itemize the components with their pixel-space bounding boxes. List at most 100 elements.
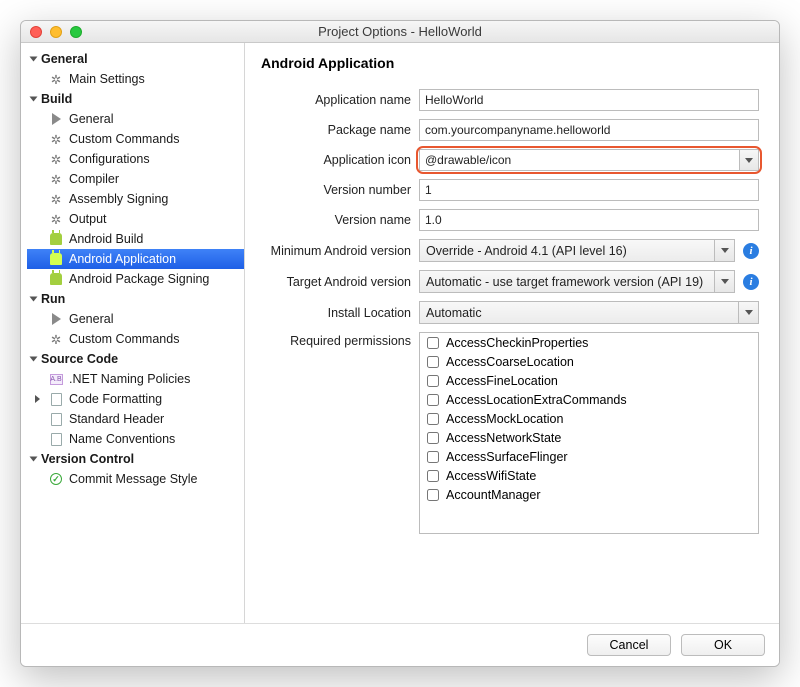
sidebar-item-configurations[interactable]: ✲Configurations	[27, 149, 244, 169]
sidebar-item-run-general[interactable]: General	[27, 309, 244, 329]
dropdown-button[interactable]	[714, 271, 734, 292]
titlebar[interactable]: Project Options - HelloWorld	[21, 21, 779, 43]
version-name-input[interactable]	[419, 209, 759, 231]
check-circle-icon: ✓	[49, 472, 63, 486]
sidebar-item-android-application[interactable]: Android Application	[27, 249, 244, 269]
label-minimum-version: Minimum Android version	[261, 244, 411, 258]
dropdown-button[interactable]	[738, 302, 758, 323]
android-icon	[49, 252, 63, 266]
caret-down-icon	[721, 248, 729, 253]
gear-icon: ✲	[49, 192, 63, 206]
label-install-location: Install Location	[261, 306, 411, 320]
application-icon-input[interactable]	[419, 149, 739, 171]
gear-icon: ✲	[49, 332, 63, 346]
permissions-list[interactable]: AccessCheckinProperties AccessCoarseLoca…	[419, 332, 759, 534]
gear-icon: ✲	[49, 212, 63, 226]
chevron-down-icon	[30, 97, 38, 102]
sidebar-item-name-conventions[interactable]: Name Conventions	[27, 429, 244, 449]
chevron-down-icon	[30, 297, 38, 302]
minimum-version-select[interactable]: Override - Android 4.1 (API level 16)	[419, 239, 735, 262]
sidebar-item-compiler[interactable]: ✲Compiler	[27, 169, 244, 189]
permission-checkbox[interactable]	[427, 432, 439, 444]
permission-item[interactable]: AccessLocationExtraCommands	[420, 390, 758, 409]
dropdown-button[interactable]	[714, 240, 734, 261]
permission-checkbox[interactable]	[427, 451, 439, 463]
ok-button[interactable]: OK	[681, 634, 765, 656]
page-title: Android Application	[261, 55, 759, 71]
document-icon	[49, 412, 63, 426]
permission-item[interactable]: AccountManager	[420, 485, 758, 504]
sidebar-group-general[interactable]: General	[27, 49, 244, 69]
sidebar-item-android-build[interactable]: Android Build	[27, 229, 244, 249]
sidebar-item-assembly-signing[interactable]: ✲Assembly Signing	[27, 189, 244, 209]
package-name-input[interactable]	[419, 119, 759, 141]
abc-icon: A.B	[49, 372, 63, 386]
chevron-down-icon	[30, 357, 38, 362]
sidebar-item-android-package-signing[interactable]: Android Package Signing	[27, 269, 244, 289]
sidebar-group-build[interactable]: Build	[27, 89, 244, 109]
caret-down-icon	[721, 279, 729, 284]
cancel-button[interactable]: Cancel	[587, 634, 671, 656]
label-required-permissions: Required permissions	[261, 332, 411, 348]
play-icon	[49, 112, 63, 126]
android-icon	[49, 272, 63, 286]
permission-item[interactable]: AccessCoarseLocation	[420, 352, 758, 371]
gear-icon: ✲	[49, 172, 63, 186]
permission-checkbox[interactable]	[427, 375, 439, 387]
application-name-input[interactable]	[419, 89, 759, 111]
gear-icon: ✲	[49, 72, 63, 86]
info-icon[interactable]: i	[743, 274, 759, 290]
sidebar-group-run[interactable]: Run	[27, 289, 244, 309]
dropdown-button[interactable]	[739, 149, 759, 171]
play-icon	[49, 312, 63, 326]
permission-item[interactable]: AccessSurfaceFlinger	[420, 447, 758, 466]
sidebar-group-version-control[interactable]: Version Control	[27, 449, 244, 469]
permission-item[interactable]: AccessWifiState	[420, 466, 758, 485]
info-icon[interactable]: i	[743, 243, 759, 259]
version-number-input[interactable]	[419, 179, 759, 201]
sidebar-item-naming-policies[interactable]: A.B.NET Naming Policies	[27, 369, 244, 389]
permission-checkbox[interactable]	[427, 394, 439, 406]
sidebar-item-main-settings[interactable]: ✲Main Settings	[27, 69, 244, 89]
install-location-select[interactable]: Automatic	[419, 301, 759, 324]
sidebar-item-custom-commands[interactable]: ✲Custom Commands	[27, 129, 244, 149]
gear-icon: ✲	[49, 132, 63, 146]
sidebar-item-standard-header[interactable]: Standard Header	[27, 409, 244, 429]
dialog-footer: Cancel OK	[21, 623, 779, 666]
gear-icon: ✲	[49, 152, 63, 166]
permission-checkbox[interactable]	[427, 413, 439, 425]
permission-item[interactable]: AccessCheckinProperties	[420, 333, 758, 352]
target-version-select[interactable]: Automatic - use target framework version…	[419, 270, 735, 293]
chevron-down-icon	[30, 457, 38, 462]
caret-down-icon	[745, 158, 753, 163]
label-application-icon: Application icon	[261, 153, 411, 167]
sidebar-item-commit-message-style[interactable]: ✓Commit Message Style	[27, 469, 244, 489]
label-version-number: Version number	[261, 183, 411, 197]
permission-item[interactable]: AccessNetworkState	[420, 428, 758, 447]
permission-checkbox[interactable]	[427, 470, 439, 482]
caret-down-icon	[745, 310, 753, 315]
chevron-down-icon	[30, 57, 38, 62]
label-application-name: Application name	[261, 93, 411, 107]
main-panel: Android Application Application name Pac…	[245, 43, 779, 623]
permission-checkbox[interactable]	[427, 356, 439, 368]
project-options-dialog: Project Options - HelloWorld General ✲Ma…	[20, 20, 780, 667]
sidebar-item-run-custom-commands[interactable]: ✲Custom Commands	[27, 329, 244, 349]
chevron-right-icon	[35, 395, 40, 403]
android-icon	[49, 232, 63, 246]
sidebar-item-output[interactable]: ✲Output	[27, 209, 244, 229]
document-icon	[49, 432, 63, 446]
document-icon	[49, 392, 63, 406]
sidebar-item-build-general[interactable]: General	[27, 109, 244, 129]
application-icon-combo[interactable]	[419, 149, 759, 171]
sidebar-group-source-code[interactable]: Source Code	[27, 349, 244, 369]
label-target-version: Target Android version	[261, 275, 411, 289]
label-version-name: Version name	[261, 213, 411, 227]
window-title: Project Options - HelloWorld	[21, 24, 779, 39]
permission-item[interactable]: AccessMockLocation	[420, 409, 758, 428]
sidebar-item-code-formatting[interactable]: Code Formatting	[27, 389, 244, 409]
permission-checkbox[interactable]	[427, 337, 439, 349]
label-package-name: Package name	[261, 123, 411, 137]
permission-checkbox[interactable]	[427, 489, 439, 501]
permission-item[interactable]: AccessFineLocation	[420, 371, 758, 390]
